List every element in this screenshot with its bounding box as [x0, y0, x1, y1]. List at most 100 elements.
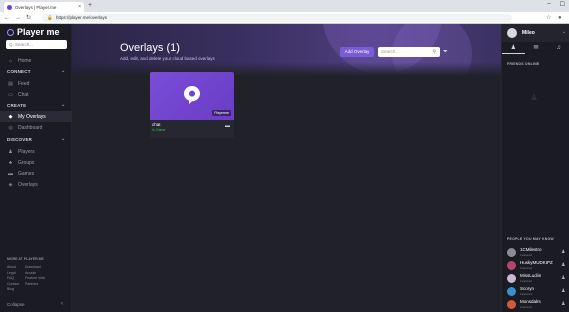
empty-friends-icon: ♟	[530, 92, 539, 102]
sidebar-search-input[interactable]: Q, Search...	[6, 40, 67, 49]
overlay-icon: ◈	[8, 182, 13, 188]
section-discover[interactable]: DISCOVER ⌄	[7, 136, 65, 142]
list-item[interactable]: Monsdalrs Featured ♟	[507, 299, 567, 310]
sidebar-item-chat[interactable]: ▭ Chat	[7, 92, 28, 98]
sidebar-item-label: Home	[18, 58, 32, 64]
footer-link[interactable]: Download	[25, 265, 47, 269]
reload-icon[interactable]: ↻	[26, 14, 31, 22]
url-field[interactable]: 🔒 https://player.me/overlays	[42, 14, 512, 22]
footer-link[interactable]: About	[7, 265, 25, 269]
chevron-down-icon[interactable]: ⌄	[562, 29, 566, 35]
tab-title: Overlays | Player.me	[15, 4, 57, 10]
sidebar-item-groups[interactable]: ♣ Groups	[7, 160, 35, 166]
add-friend-icon[interactable]: ♟	[561, 249, 565, 255]
footer-link[interactable]: Contact	[7, 282, 25, 286]
profile-icon[interactable]: ●	[558, 14, 562, 22]
new-tab-button[interactable]: +	[88, 2, 92, 10]
sidebar-item-label: Players	[18, 149, 35, 155]
section-create[interactable]: CREATE ⌄	[7, 102, 65, 108]
overlay-thumbnail[interactable]: Playerme	[150, 72, 234, 120]
sidebar-item-players[interactable]: ♟ Players	[7, 149, 35, 155]
avatar	[507, 300, 516, 309]
avatar	[507, 28, 517, 38]
maximize-button[interactable]: ☐	[560, 1, 565, 8]
section-label: CREATE	[7, 103, 27, 108]
url-text: https://player.me/overlays	[56, 15, 108, 20]
chevron-down-icon: ⌄	[61, 136, 66, 142]
page-title: Overlays (1)	[120, 42, 180, 54]
favicon-icon	[7, 4, 12, 10]
add-overlay-button[interactable]: Add Overlay	[340, 47, 374, 57]
people-you-may-know-heading: PEOPLE YOU MAY KNOW	[507, 237, 554, 241]
chat-icon: ▭	[8, 92, 13, 98]
tab-notifications[interactable]: ♫	[547, 42, 569, 54]
back-icon[interactable]: ←	[4, 14, 10, 22]
sidebar-item-feed[interactable]: ▤ Feed	[7, 81, 29, 87]
section-connect[interactable]: CONNECT ⌄	[7, 68, 65, 74]
logo[interactable]: Player me	[7, 27, 60, 37]
tab-friends[interactable]: ♟	[502, 42, 525, 54]
right-panel: Mileo ⌄ ♟ ✉ ♫ FRIENDS ONLINE ♟ PEOPLE YO…	[501, 24, 569, 312]
list-item[interactable]: Scoryn Featured ♟	[507, 286, 567, 297]
person-name: Scoryn	[520, 286, 535, 291]
chevron-down-icon: ⌄	[61, 102, 66, 108]
footer-link[interactable]: Arcade	[25, 271, 47, 275]
person-sub: Featured	[520, 266, 533, 270]
tab-messages[interactable]: ✉	[525, 42, 548, 54]
profile-header[interactable]: Mileo ⌄	[502, 24, 569, 42]
feed-icon: ▤	[8, 81, 13, 87]
collapse-button[interactable]: Collapse	[7, 302, 25, 307]
list-item[interactable]: MissLudiin Featured ♟	[507, 273, 567, 284]
overlay-menu-icon[interactable]: ▬	[225, 123, 230, 129]
filter-icon[interactable]: ⏷	[443, 47, 448, 57]
playerme-logo-icon	[184, 86, 200, 104]
list-item[interactable]: HuskyMUDKIPZ Featured ♟	[507, 260, 567, 271]
home-icon: ⌂	[8, 58, 13, 64]
overlay-tag: Playerme	[212, 110, 231, 116]
overlay-card[interactable]: Playerme chat In Game ▬	[150, 72, 234, 138]
minimize-button[interactable]: –	[547, 1, 550, 8]
footer-links: About Download Legal Arcade FAQ Feature …	[7, 265, 47, 291]
add-friend-icon[interactable]: ♟	[561, 301, 565, 307]
footer-link[interactable]: Legal	[7, 271, 25, 275]
add-friend-icon[interactable]: ♟	[561, 275, 565, 281]
sidebar-item-label: My Overlays	[18, 114, 46, 120]
dashboard-icon: ◎	[8, 125, 13, 131]
friends-online-heading: FRIENDS ONLINE	[507, 62, 540, 66]
chevron-left-icon[interactable]: ‹	[61, 301, 63, 307]
tab-close-icon[interactable]: ×	[78, 4, 81, 10]
sidebar-item-games[interactable]: ▬ Games	[7, 171, 34, 177]
footer-link[interactable]: Feature Vote	[25, 276, 47, 280]
profile-name: Mileo	[522, 30, 535, 36]
add-friend-icon[interactable]: ♟	[561, 262, 565, 268]
sidebar-item-my-overlays[interactable]: ◆ My Overlays	[7, 114, 46, 120]
user-icon: ♟	[8, 149, 13, 155]
person-name: HuskyMUDKIPZ	[520, 260, 553, 265]
sidebar-item-home[interactable]: ⌂ Home	[7, 58, 31, 64]
section-label: CONNECT	[7, 69, 31, 74]
person-sub: Featured	[520, 279, 533, 283]
list-item[interactable]: 1CMilestro Featured ♟	[507, 247, 567, 258]
footer-link[interactable]: Partners	[25, 282, 47, 286]
section-label: DISCOVER	[7, 137, 33, 142]
person-sub: Featured	[520, 253, 533, 257]
page-subtitle: Add, edit, and delete your cloud based o…	[120, 56, 215, 61]
footer-link[interactable]: FAQ	[7, 276, 25, 280]
sidebar-item-dashboard[interactable]: ◎ Dashboard	[7, 125, 42, 131]
sidebar-item-label: Games	[18, 171, 35, 177]
footer-link[interactable]: Blog	[7, 287, 25, 291]
sidebar-item-overlays[interactable]: ◈ Overlays	[7, 182, 38, 188]
browser-tab[interactable]: Overlays | Player.me ×	[4, 2, 84, 12]
person-sub: Featured	[520, 305, 533, 309]
banner-fade	[72, 62, 501, 76]
star-icon[interactable]: ☆	[546, 14, 551, 22]
overlay-title[interactable]: chat	[152, 122, 161, 127]
avatar	[507, 248, 516, 257]
avatar	[507, 287, 516, 296]
overlay-search-input[interactable]: Search... ⚲	[378, 47, 440, 57]
sidebar-item-label: Overlays	[18, 182, 38, 188]
forward-icon[interactable]: →	[15, 14, 21, 22]
add-friend-icon[interactable]: ♟	[561, 288, 565, 294]
browser-tabbar: Overlays | Player.me × + – ☐	[0, 0, 569, 12]
sidebar-item-label: Dashboard	[18, 125, 43, 131]
